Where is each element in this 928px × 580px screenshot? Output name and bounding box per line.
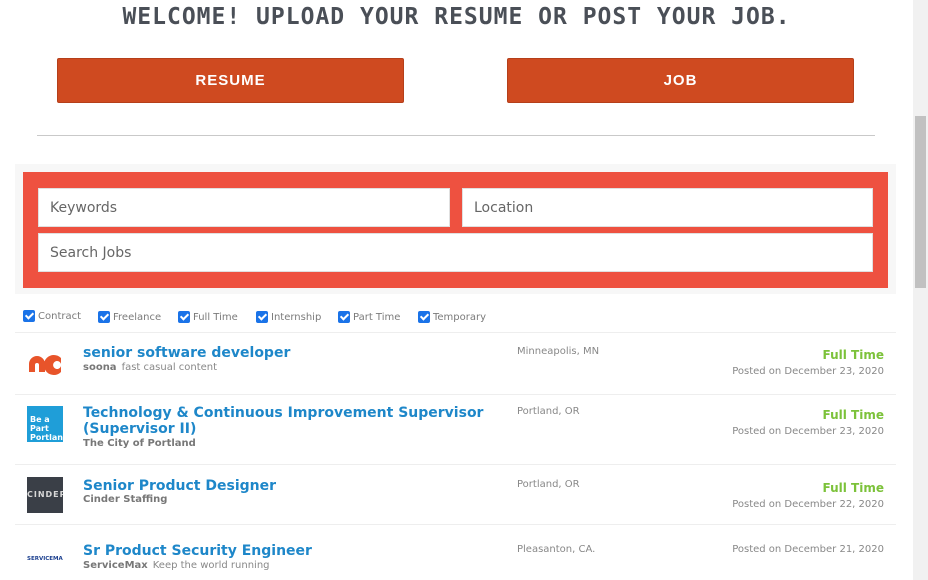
checkbox-icon[interactable] <box>98 311 110 323</box>
logo-text: Be a Part Portland <box>30 415 63 442</box>
job-location: Minneapolis, MN <box>517 346 600 357</box>
job-location: Portland, OR <box>517 479 580 490</box>
posted-date: Posted on December 22, 2020 <box>732 499 884 510</box>
job-title-link[interactable]: Sr Product Security Engineer <box>83 543 507 559</box>
filter-label: Full Time <box>193 311 238 323</box>
filter-label: Internship <box>271 311 322 323</box>
job-type-badge: Full Time <box>822 408 885 422</box>
job-type-badge: Full Time <box>822 481 885 495</box>
job-location: Pleasanton, CA. <box>517 544 596 555</box>
job-type-badge: Full Time <box>822 348 885 362</box>
job-title-link[interactable]: Senior Product Designer <box>83 478 507 494</box>
checkbox-icon[interactable] <box>418 311 430 323</box>
keywords-input[interactable]: Keywords <box>38 188 450 227</box>
job-listing-row[interactable]: Be a Part Portland Technology & Continuo… <box>15 394 896 464</box>
servicemax-logo-icon: SERVICEMAX <box>27 542 63 578</box>
checkbox-icon[interactable] <box>23 310 35 322</box>
job-listing-row[interactable]: senior software developer soona fast casu… <box>15 332 896 394</box>
filter-contract[interactable]: Contract <box>23 310 81 322</box>
company-name: ServiceMax <box>83 560 148 571</box>
page-scrollbar[interactable] <box>913 0 928 580</box>
soona-logo-icon <box>27 346 63 382</box>
posted-date: Posted on December 23, 2020 <box>732 426 884 437</box>
checkbox-icon[interactable] <box>338 311 350 323</box>
job-meta: soona fast casual content <box>83 362 217 373</box>
company-name: soona <box>83 362 117 373</box>
scrollbar-thumb[interactable] <box>915 116 926 288</box>
company-name: Cinder Staffing <box>83 494 168 505</box>
resume-button[interactable]: RESUME <box>57 58 404 103</box>
logo-text: SERVICEMAX <box>27 556 63 562</box>
job-title-link[interactable]: Technology & Continuous Improvement Supe… <box>83 405 507 437</box>
logo-text: CINDER <box>27 490 63 499</box>
job-title-link[interactable]: senior software developer <box>83 345 507 361</box>
filter-temporary[interactable]: Temporary <box>418 311 486 323</box>
job-listing-row[interactable]: SERVICEMAX Sr Product Security Engineer … <box>15 524 896 580</box>
filter-label: Freelance <box>113 311 162 323</box>
job-location: Portland, OR <box>517 406 580 417</box>
job-meta: The City of Portland <box>83 438 196 449</box>
divider <box>37 135 875 136</box>
filter-label: Temporary <box>433 311 487 323</box>
job-button[interactable]: JOB <box>507 58 854 103</box>
location-input[interactable]: Location <box>462 188 873 227</box>
city-of-portland-logo-icon: Be a Part Portland <box>27 406 63 442</box>
job-meta: ServiceMax Keep the world running <box>83 560 270 571</box>
posted-date: Posted on December 21, 2020 <box>732 544 884 555</box>
filter-full-time[interactable]: Full Time <box>178 311 238 323</box>
checkbox-icon[interactable] <box>256 311 268 323</box>
search-jobs-input[interactable]: Search Jobs <box>38 233 873 272</box>
checkbox-icon[interactable] <box>178 311 190 323</box>
cinder-logo-icon: CINDER <box>27 477 63 513</box>
filter-freelance[interactable]: Freelance <box>98 311 161 323</box>
filter-internship[interactable]: Internship <box>256 311 321 323</box>
job-meta: Cinder Staffing <box>83 494 167 505</box>
posted-date: Posted on December 23, 2020 <box>732 366 884 377</box>
filter-label: Contract <box>38 310 82 322</box>
welcome-heading: WELCOME! UPLOAD YOUR RESUME OR POST YOUR… <box>122 4 791 30</box>
filter-label: Part Time <box>353 311 401 323</box>
filter-part-time[interactable]: Part Time <box>338 311 400 323</box>
company-tagline: fast casual content <box>121 362 218 373</box>
job-listing-row[interactable]: CINDER Senior Product Designer Cinder St… <box>15 464 896 524</box>
company-name: The City of Portland <box>83 438 196 449</box>
company-tagline: Keep the world running <box>152 560 270 571</box>
